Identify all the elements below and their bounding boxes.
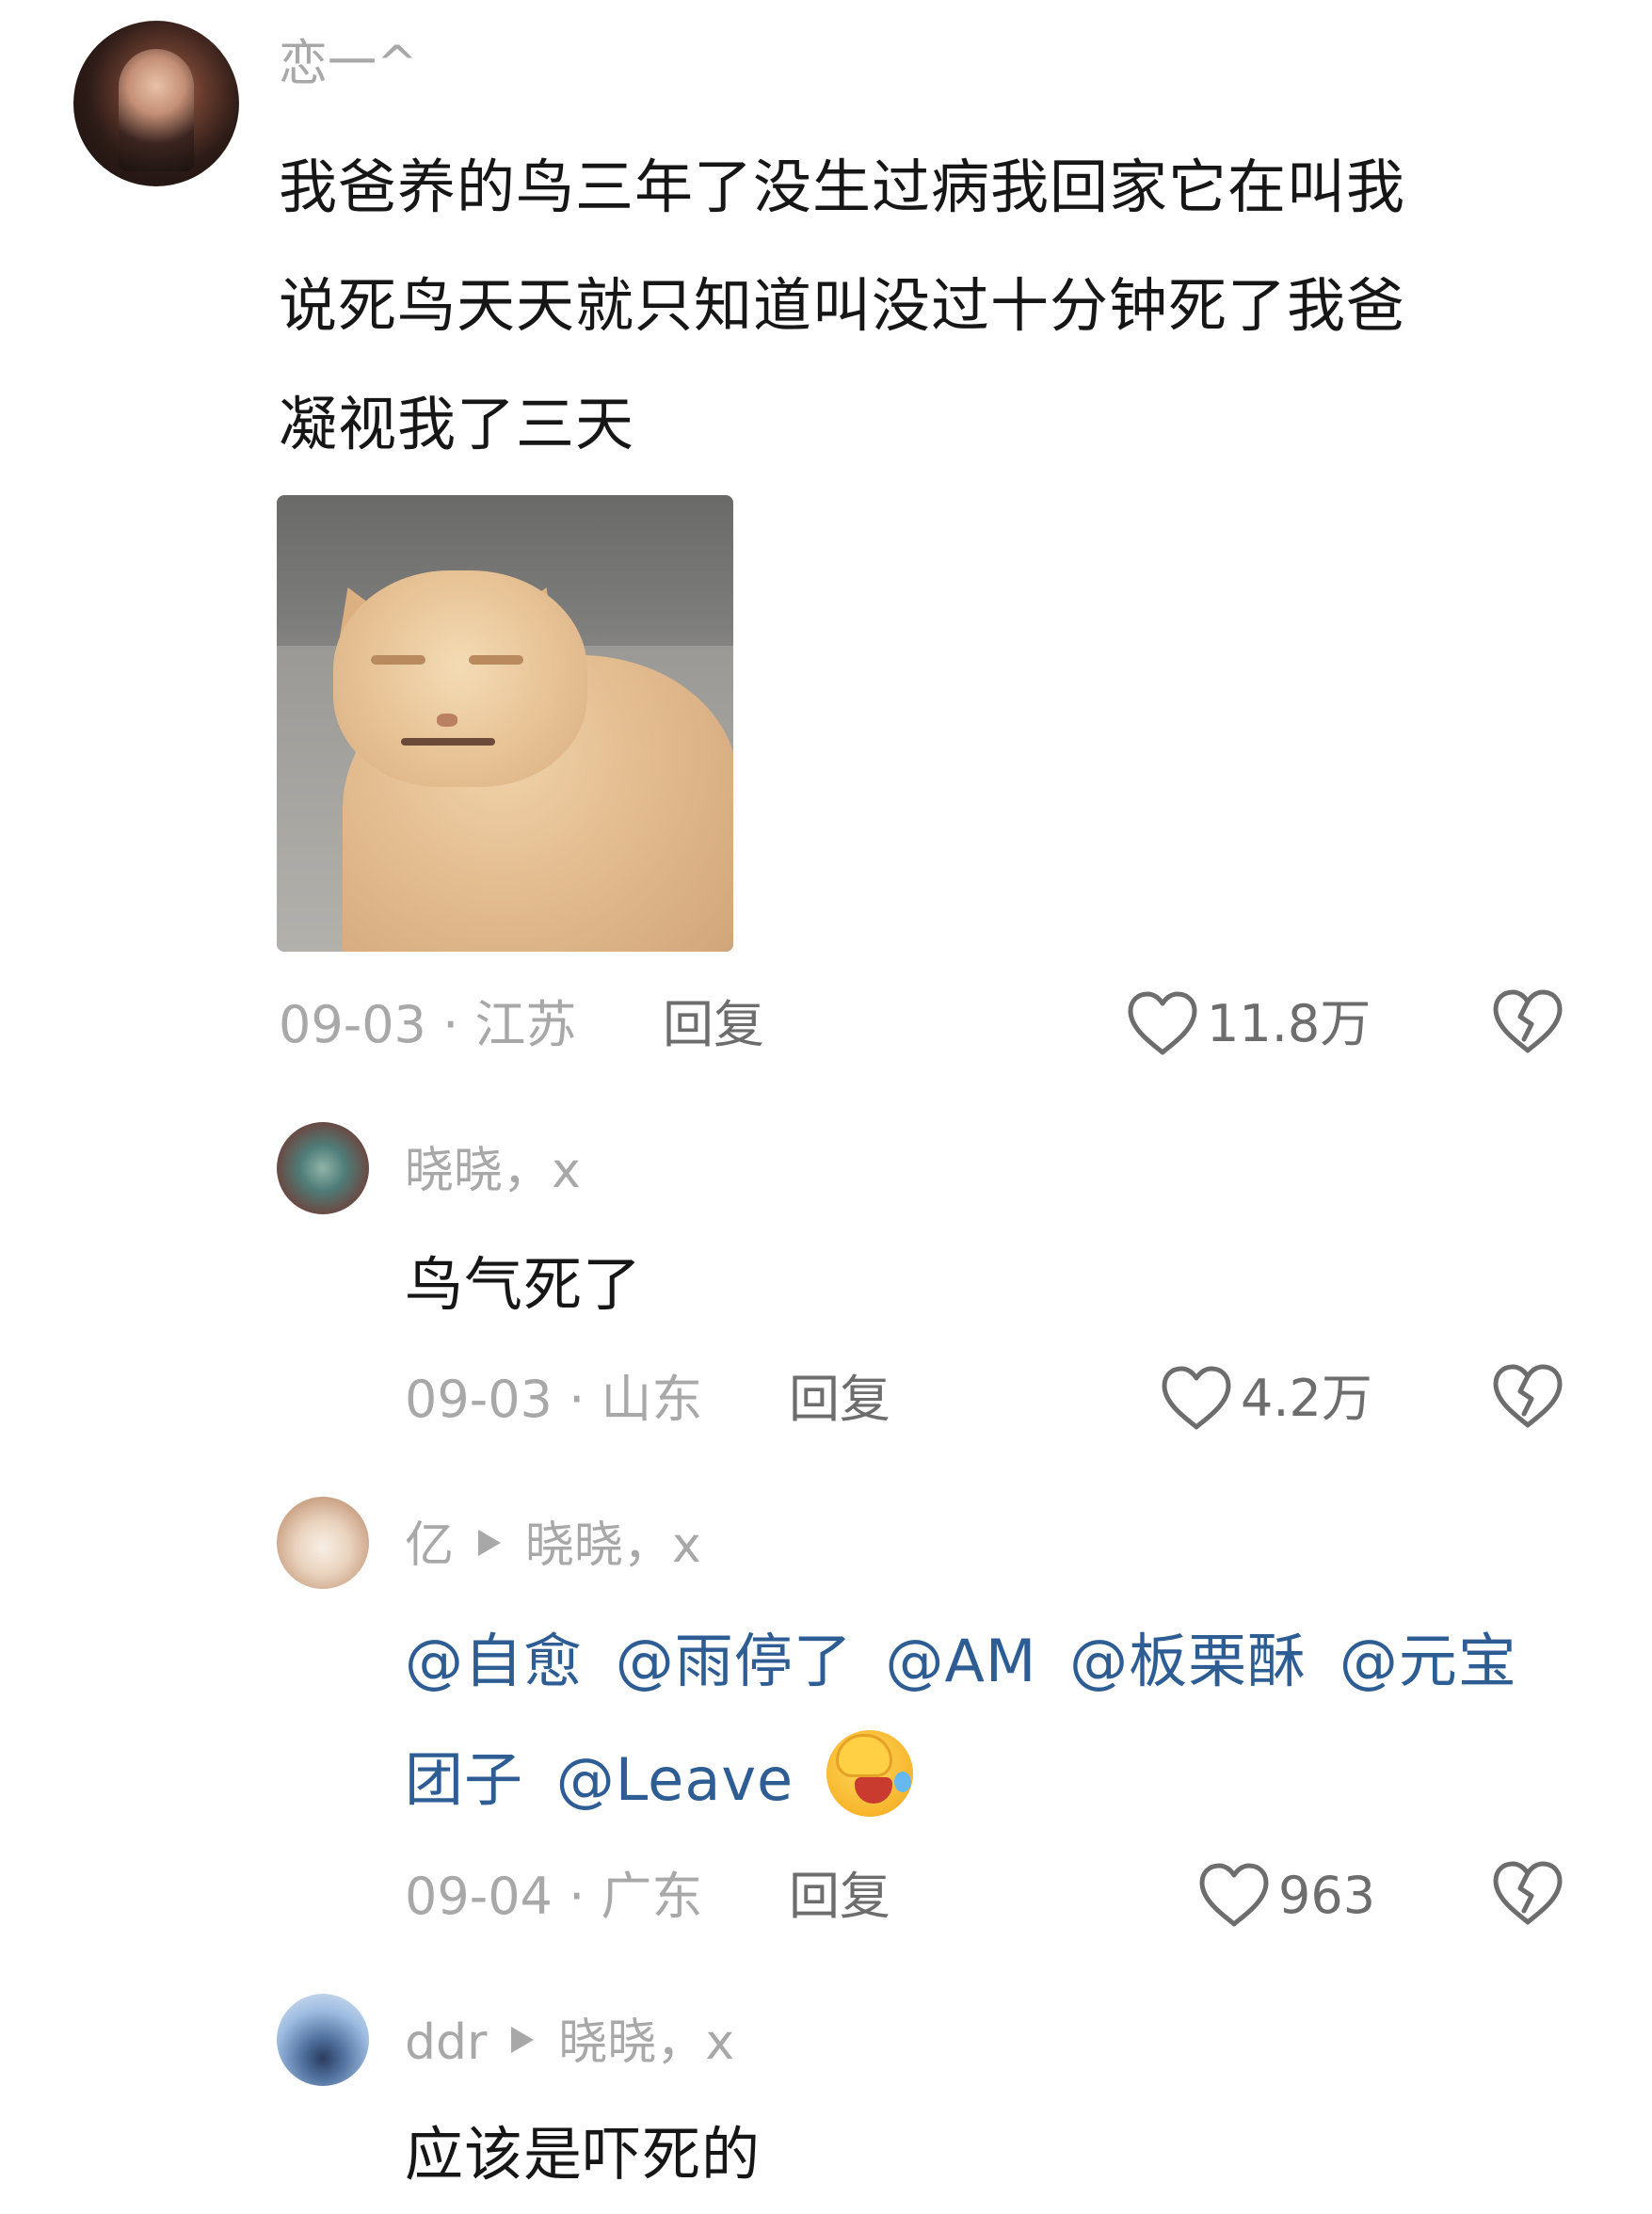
- cat-mouth: [401, 738, 495, 746]
- broken-heart-icon[interactable]: [1491, 1363, 1564, 1431]
- like-count: 963: [1278, 1866, 1376, 1925]
- reply-arrow-icon: [478, 1530, 502, 1556]
- broken-heart-icon[interactable]: [1491, 1860, 1564, 1928]
- emoji-mouth: [854, 1777, 892, 1804]
- heart-icon: [1162, 1366, 1231, 1430]
- comment-text-line-2: 说死鸟天天就只知道叫没过十分钟死了我爸: [279, 271, 1406, 340]
- avatar-main-comment[interactable]: [73, 21, 239, 186]
- reply-author[interactable]: ddr: [405, 2014, 487, 2071]
- username-reply-1[interactable]: 晓晓，x: [405, 1143, 581, 1199]
- emoji-tear: [893, 1772, 911, 1792]
- mention-link[interactable]: @板栗酥: [1069, 1627, 1307, 1695]
- reply-button[interactable]: 回复: [663, 996, 764, 1054]
- cat-nose: [437, 714, 457, 727]
- avatar-reply-2[interactable]: [277, 1497, 369, 1589]
- mention-link[interactable]: @AM: [885, 1627, 1036, 1695]
- avatar-reply-1[interactable]: [277, 1122, 369, 1214]
- like-count: 4.2万: [1241, 1369, 1372, 1428]
- reply-1-text: 鸟气死了: [405, 1250, 643, 1319]
- like-button-reply-1[interactable]: 4.2万: [1160, 1365, 1372, 1433]
- mention-link[interactable]: @Leave: [556, 1745, 794, 1814]
- comment-image-cat[interactable]: [277, 495, 733, 952]
- meta-date-location: 09-03 · 江苏: [279, 995, 577, 1054]
- emoji-hand: [835, 1734, 892, 1777]
- mention-link[interactable]: 团子: [405, 1745, 523, 1814]
- reply-button-reply-2[interactable]: 回复: [789, 1868, 890, 1926]
- comment-text-line-1: 我爸养的鸟三年了没生过病我回家它在叫我: [279, 152, 1406, 221]
- reply-button-reply-1[interactable]: 回复: [789, 1371, 890, 1429]
- mention-link[interactable]: @雨停了: [616, 1627, 853, 1695]
- meta-date-location-reply-1: 09-03 · 山东: [405, 1370, 703, 1429]
- broken-heart-icon[interactable]: [1491, 988, 1564, 1056]
- like-button-reply-2[interactable]: 963: [1197, 1862, 1375, 1930]
- avatar-reply-3[interactable]: [277, 1994, 369, 2086]
- cat-eye-left: [371, 655, 425, 665]
- laughing-emoji-icon: [826, 1730, 913, 1817]
- reply-2-mentions: @自愈 @雨停了 @AM @板栗酥 @元宝团子 @Leave: [405, 1602, 1553, 1839]
- comment-text-line-3: 凝视我了三天: [279, 390, 635, 458]
- like-count: 11.8万: [1207, 994, 1371, 1053]
- like-button[interactable]: 11.8万: [1126, 990, 1371, 1058]
- avatar-figure: [119, 49, 194, 171]
- reply-3-text: 应该是吓死的: [405, 2120, 762, 2189]
- reply-target[interactable]: 晓晓，x: [525, 1517, 701, 1574]
- heart-icon: [1199, 1863, 1269, 1927]
- username-main[interactable]: 恋一^: [279, 36, 418, 92]
- meta-date-location-reply-2: 09-04 · 广东: [405, 1867, 703, 1926]
- username-reply-3[interactable]: ddr 晓晓，x: [405, 2014, 734, 2071]
- reply-arrow-icon: [511, 2027, 535, 2053]
- username-reply-2[interactable]: 亿 晓晓，x: [405, 1517, 701, 1574]
- mention-link[interactable]: @元宝: [1339, 1627, 1517, 1695]
- cat-eye-right: [469, 655, 523, 665]
- reply-target[interactable]: 晓晓，x: [558, 2014, 734, 2071]
- mention-link[interactable]: @自愈: [405, 1627, 583, 1695]
- cat-head: [333, 570, 587, 787]
- reply-author[interactable]: 亿: [405, 1517, 454, 1574]
- heart-icon: [1128, 991, 1197, 1055]
